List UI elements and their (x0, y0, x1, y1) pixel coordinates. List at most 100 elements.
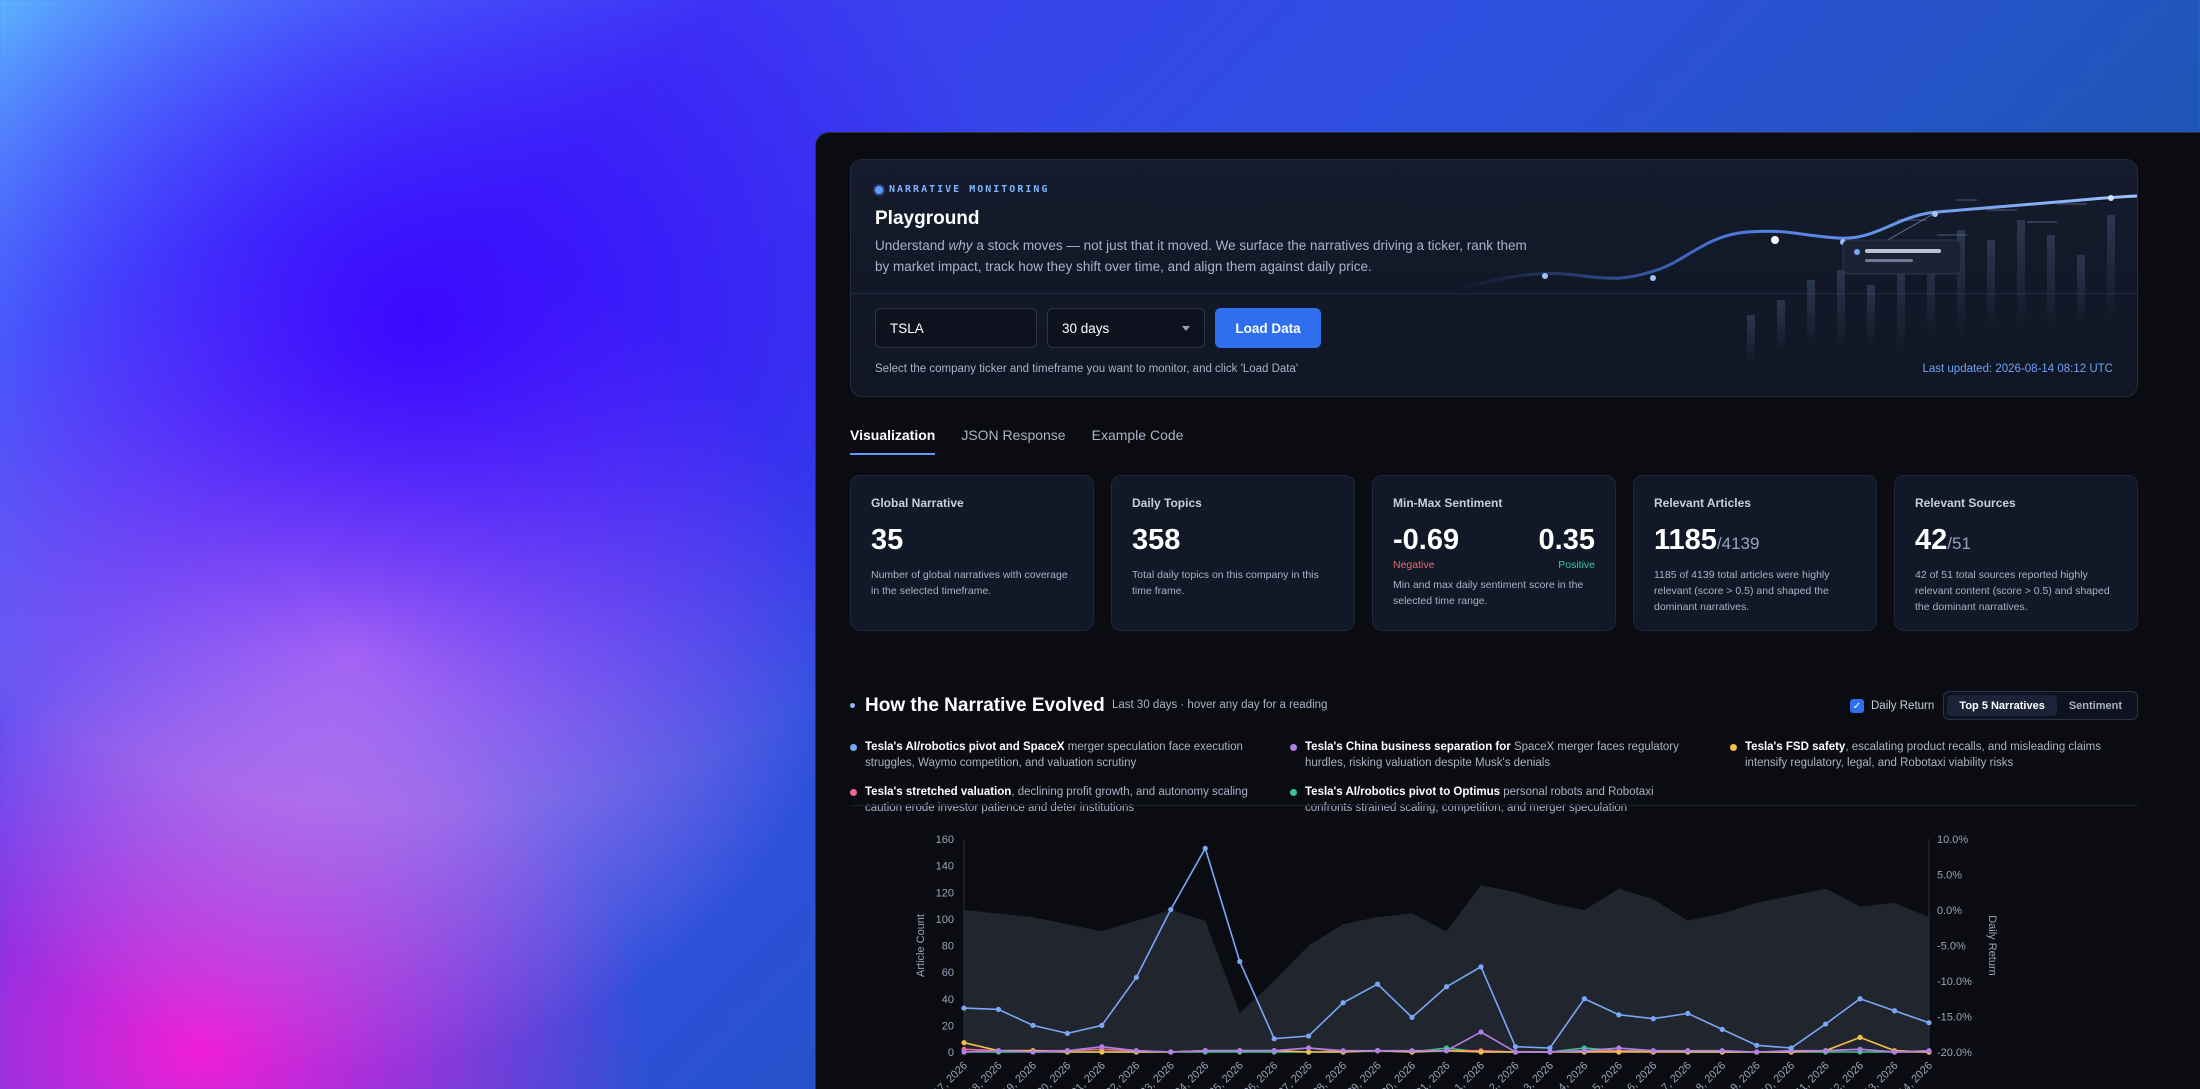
data-point (1616, 1045, 1622, 1051)
narrative-chart: 160 140 120 100 80 60 40 20 0 10.0% 5.0% 0.0% -5.0% -… (915, 834, 1998, 1089)
data-point (1478, 964, 1484, 970)
card-label: Global Narrative (871, 496, 964, 510)
data-point (1926, 1048, 1932, 1054)
y-axis-title: Article Count (915, 914, 927, 977)
segment-sentiment[interactable]: Sentiment (2057, 695, 2134, 716)
stats-cards: Global Narrative 35 Number of global nar… (850, 475, 2138, 631)
data-point (1133, 1048, 1139, 1054)
data-point (995, 1048, 1002, 1054)
hero-panel: NARRATIVE MONITORING Playground Understa… (850, 159, 2138, 397)
data-point (1306, 1033, 1312, 1039)
legend-dot-icon (1730, 744, 1737, 751)
data-point (1512, 1044, 1519, 1050)
card-value: 42/51 (1915, 524, 1971, 556)
section-title: How the Narrative Evolved (865, 695, 1105, 716)
data-point (1443, 984, 1450, 990)
data-point (1099, 1022, 1105, 1028)
data-point (1719, 1026, 1725, 1032)
data-point (1823, 1048, 1829, 1054)
x-tick-label: 12, 2026 (1827, 1060, 1866, 1089)
view-segmented-control: Top 5 Narratives Sentiment (1943, 691, 2138, 720)
legend-item[interactable]: Tesla's stretched valuation, declining p… (850, 784, 1260, 816)
sentiment-min: -0.69 (1393, 524, 1460, 556)
legend-item[interactable]: Tesla's AI/robotics pivot to Optimus per… (1290, 784, 1700, 816)
data-point (1237, 1048, 1243, 1054)
data-point (1064, 1030, 1070, 1036)
eyebrow-dot-icon (875, 185, 883, 194)
x-tick-label: 31, 2026 (1414, 1060, 1453, 1089)
data-point (1650, 1048, 1656, 1054)
y-tick-label: 100 (936, 914, 954, 926)
segment-top-narratives[interactable]: Top 5 Narratives (1947, 695, 2057, 716)
x-tick-label: 27, 2026 (1276, 1060, 1315, 1089)
data-point (1271, 1048, 1277, 1054)
controls-hint: Select the company ticker and timeframe … (875, 363, 1299, 375)
y2-axis-title: Daily Return (1986, 915, 1998, 976)
load-data-button[interactable]: Load Data (1215, 308, 1321, 348)
card-label: Relevant Sources (1915, 496, 2016, 510)
hero-description: Understand why a stock moves — not just … (875, 238, 1527, 274)
query-controls: 30 days Load Data (875, 308, 1321, 348)
data-point (1409, 1048, 1415, 1054)
main-content: NARRATIVE MONITORING Playground Understa… (850, 159, 2138, 1089)
x-tick-label: 22, 2026 (1104, 1060, 1143, 1089)
card-value: 1185/4139 (1654, 524, 1760, 556)
data-point (1685, 1010, 1691, 1016)
x-tick-label: 21, 2026 (1069, 1060, 1108, 1089)
y2-tick-label: -5.0% (1937, 941, 1966, 953)
data-point (1823, 1021, 1829, 1027)
data-point (1754, 1049, 1760, 1055)
divider (850, 805, 2138, 806)
y2-tick-label: 0.0% (1937, 905, 1962, 917)
data-point (1133, 974, 1139, 981)
card-description: Total daily topics on this company in th… (1132, 569, 1319, 597)
legend-item[interactable]: Tesla's China business separation for Sp… (1290, 739, 1700, 771)
tab-json-response[interactable]: JSON Response (961, 427, 1065, 455)
x-tick-label: 6, 2026 (1625, 1060, 1659, 1089)
legend-item[interactable]: Tesla's FSD safety, escalating product r… (1730, 739, 2140, 771)
x-tick-label: 17, 2026 (931, 1060, 970, 1089)
tab-example-code[interactable]: Example Code (1092, 427, 1184, 455)
negative-label: Negative (1393, 559, 1435, 571)
data-point (1064, 1048, 1070, 1054)
x-tick-label: 10, 2026 (1758, 1060, 1797, 1089)
y-tick-label: 40 (942, 994, 954, 1006)
card-label: Daily Topics (1132, 496, 1202, 510)
legend-dot-icon (1290, 744, 1297, 751)
page-title: Playground (875, 208, 980, 229)
data-point (961, 1040, 967, 1046)
legend-dot-icon (850, 789, 857, 796)
hero-decorative-chart (1457, 194, 2137, 365)
data-point (1857, 1046, 1863, 1052)
card-daily-topics: Daily Topics 358 Total daily topics on t… (1111, 475, 1355, 631)
checkbox-checked-icon[interactable]: ✓ (1850, 699, 1864, 713)
data-point (995, 1006, 1002, 1012)
legend-item[interactable]: Tesla's AI/robotics pivot and SpaceX mer… (850, 739, 1260, 771)
legend-dot-icon (850, 744, 857, 751)
timeframe-select[interactable]: 30 days (1047, 308, 1205, 348)
data-point (1374, 1048, 1381, 1054)
data-point (1754, 1042, 1760, 1048)
sentiment-labels: Negative Positive (1393, 559, 1595, 571)
tab-visualization[interactable]: Visualization (850, 427, 936, 455)
data-point (1926, 1020, 1932, 1026)
data-point (1891, 1008, 1898, 1014)
data-point (1409, 1014, 1415, 1020)
narrative-evolved-header: How the Narrative Evolved Last 30 days ·… (850, 691, 2138, 720)
ticker-input[interactable] (875, 308, 1037, 348)
data-point (1030, 1022, 1036, 1028)
card-description: Number of global narratives with coverag… (871, 569, 1068, 597)
daily-return-toggle[interactable]: ✓ Daily Return (1850, 699, 1934, 713)
data-point (1857, 1034, 1863, 1040)
data-point (1616, 1012, 1622, 1018)
card-value: 35 (871, 524, 904, 556)
card-relevant-articles: Relevant Articles 1185/4139 1185 of 4139… (1633, 475, 1877, 631)
data-point (1237, 958, 1243, 965)
data-point (1202, 845, 1208, 851)
data-point (1168, 1049, 1174, 1055)
data-point (961, 1005, 967, 1011)
data-point (1581, 1048, 1587, 1054)
daily-return-area (964, 885, 1929, 1052)
x-tick-label: 29, 2026 (1345, 1060, 1384, 1089)
card-description: 42 of 51 total sources reported highly r… (1915, 569, 2110, 613)
